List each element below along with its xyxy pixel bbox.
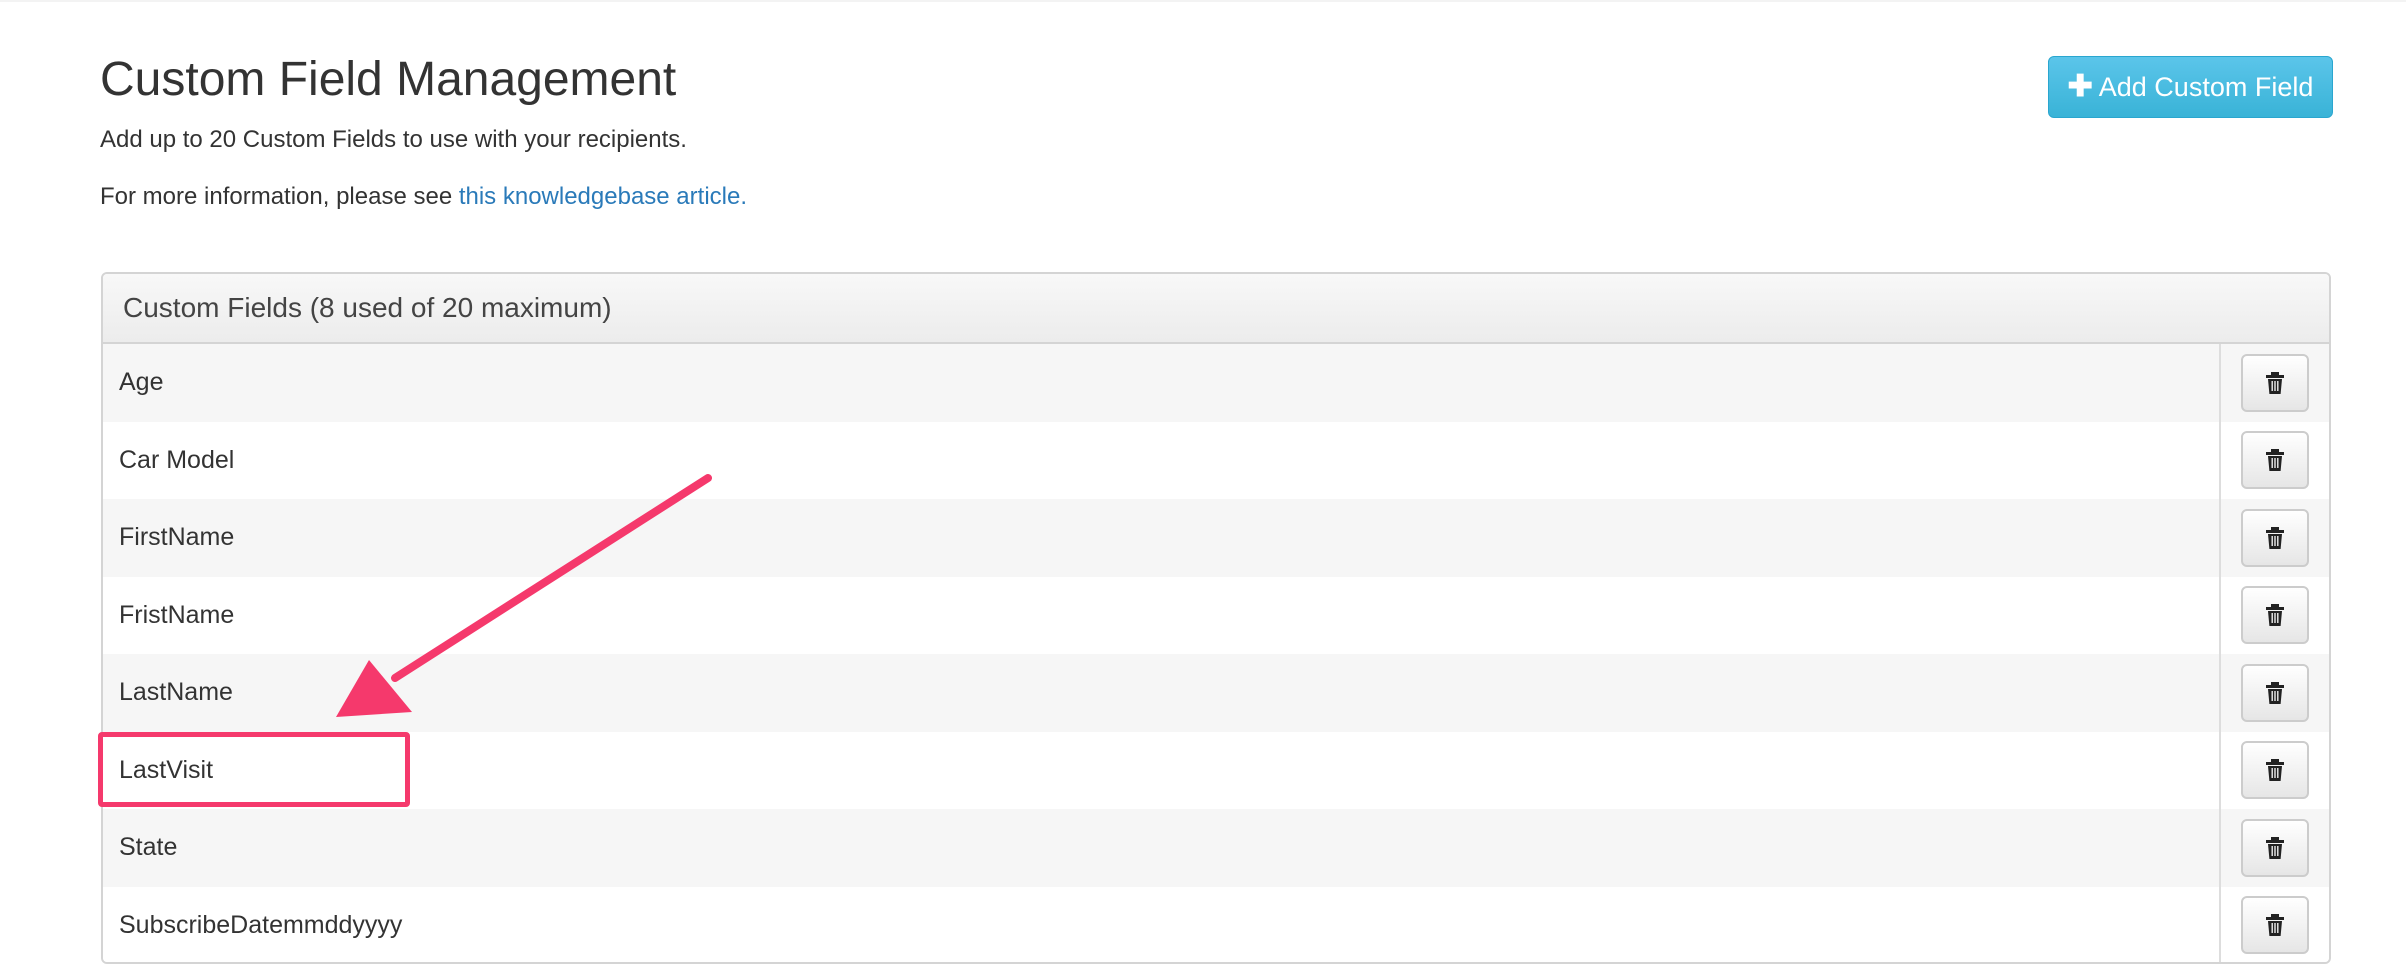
delete-button[interactable] [2241,431,2309,490]
top-divider [0,0,2406,2]
trash-icon [2266,681,2284,704]
delete-button[interactable] [2241,586,2309,645]
trash-icon [2266,604,2284,627]
add-custom-field-label: Add Custom Field [2098,71,2314,102]
trash-icon [2266,371,2284,394]
row-action-cell [2219,731,2329,809]
delete-button[interactable] [2241,818,2309,877]
trash-icon [2266,759,2284,782]
row-action-cell [2219,499,2329,577]
delete-button[interactable] [2241,663,2309,722]
row-action-cell [2219,654,2329,732]
add-custom-field-button[interactable]: ✚ Add Custom Field [2048,56,2333,118]
custom-fields-panel: Custom Fields (8 used of 20 maximum) Age… [101,272,2331,964]
field-name: State [119,833,178,862]
table-row: FirstName [103,499,2329,577]
field-name: Age [119,368,164,397]
field-name: SubscribeDatemmddyyyy [119,910,403,939]
delete-button[interactable] [2241,508,2309,567]
knowledgebase-link[interactable]: this knowledgebase article. [459,183,747,210]
info-prefix: For more information, please see [100,183,459,210]
panel-heading: Custom Fields (8 used of 20 maximum) [103,274,2329,344]
table-row: LastVisit [103,731,2329,809]
row-action-cell [2219,886,2329,962]
trash-icon [2266,449,2284,472]
field-name: Car Model [119,445,235,474]
delete-button[interactable] [2241,741,2309,800]
delete-button[interactable] [2241,353,2309,412]
trash-icon [2266,526,2284,549]
table-row: Age [103,344,2329,422]
row-action-cell [2219,576,2329,654]
page-subtitle: Add up to 20 Custom Fields to use with y… [100,126,687,153]
page-title: Custom Field Management [100,53,677,106]
trash-icon [2266,836,2284,859]
info-text: For more information, please see this kn… [100,181,747,213]
row-action-cell [2219,344,2329,422]
table-row: LastName [103,654,2329,732]
table-row: Car Model [103,421,2329,499]
table-row: SubscribeDatemmddyyyy [103,886,2329,962]
row-action-cell [2219,421,2329,499]
field-name: LastName [119,678,233,707]
field-name: FristName [119,600,235,629]
trash-icon [2266,914,2284,937]
field-name: FirstName [119,523,235,552]
row-action-cell [2219,809,2329,887]
field-name: LastVisit [119,755,214,784]
plus-icon: ✚ [2067,70,2093,103]
delete-button[interactable] [2241,896,2309,955]
table-row: State [103,809,2329,887]
table-row: FristName [103,576,2329,654]
